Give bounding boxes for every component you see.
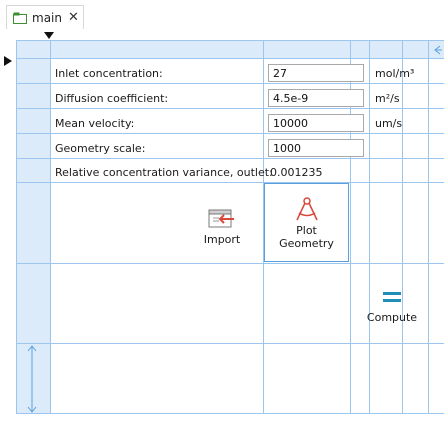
column-marker-icon[interactable] (44, 32, 54, 40)
import-label: Import (203, 232, 241, 246)
plot-geometry-button[interactable]: Plot Geometry (264, 183, 349, 262)
close-icon[interactable]: ✕ (68, 10, 79, 25)
inlet-concentration-label: Inlet concentration: (55, 67, 163, 80)
column-ruler[interactable] (16, 40, 444, 58)
inlet-concentration-input[interactable] (268, 64, 364, 82)
tab-main[interactable]: main ✕ (6, 5, 84, 29)
geometry-scale-label: Geometry scale: (55, 142, 146, 155)
tab-bar: main ✕ (0, 0, 444, 30)
mean-velocity-unit: um/s (375, 117, 403, 130)
plot-geometry-label: Plot Geometry (279, 223, 334, 250)
variance-value: 0.001235 (270, 166, 323, 179)
tab-label: main (32, 10, 62, 25)
geometry-icon (295, 196, 318, 220)
geometry-scale-input[interactable] (268, 139, 364, 157)
collapse-arrow-icon[interactable] (432, 45, 442, 55)
row-marker-icon[interactable] (4, 56, 13, 66)
inlet-concentration-unit: mol/m³ (375, 67, 415, 80)
form-icon (13, 12, 27, 24)
diffusion-coefficient-unit: m²/s (375, 92, 400, 105)
diffusion-coefficient-input[interactable] (268, 89, 364, 107)
compute-label: Compute (366, 310, 418, 324)
variance-label: Relative concentration variance, outlet: (55, 166, 273, 179)
compute-icon (383, 291, 401, 302)
import-icon (208, 209, 234, 227)
form-designer-canvas: Inlet concentration: mol/m³ Diffusion co… (0, 30, 444, 423)
import-button[interactable]: Import (198, 202, 246, 250)
mean-velocity-input[interactable] (268, 114, 364, 132)
compute-button[interactable]: Compute (363, 284, 421, 330)
row-span-icon[interactable] (26, 344, 38, 414)
mean-velocity-label: Mean velocity: (55, 117, 135, 130)
diffusion-coefficient-label: Diffusion coefficient: (55, 92, 169, 105)
